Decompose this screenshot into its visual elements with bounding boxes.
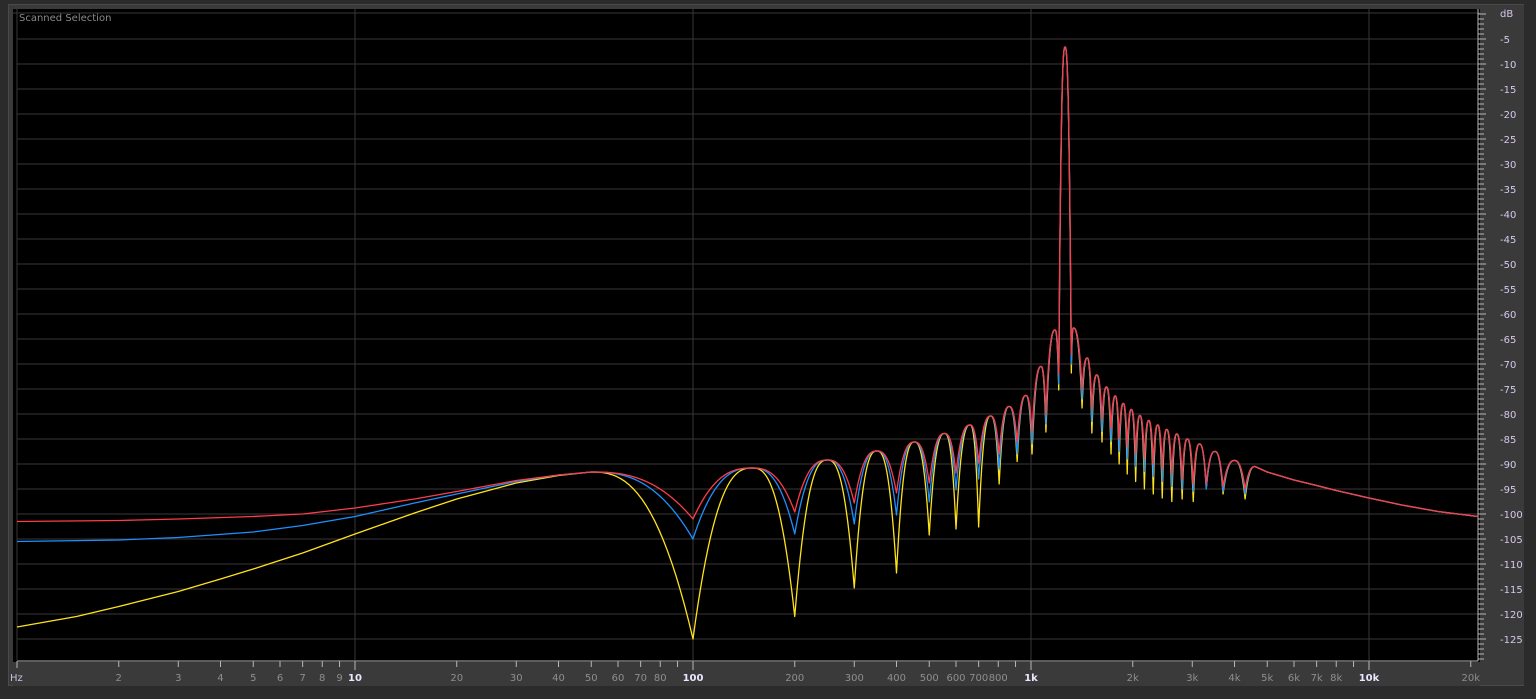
y-tick-label: -60	[1500, 310, 1516, 321]
y-tick-label: -110	[1500, 560, 1523, 571]
y-tick-label: -105	[1500, 535, 1523, 546]
x-tick-label: 70	[634, 673, 647, 684]
x-tick-label: 20	[450, 673, 463, 684]
y-tick-label: -120	[1500, 610, 1523, 621]
y-tick-label: -70	[1500, 360, 1516, 371]
y-tick-label: -95	[1500, 485, 1516, 496]
y-tick-label: -35	[1500, 185, 1516, 196]
y-tick-label: -40	[1500, 210, 1516, 221]
x-tick-label: 30	[510, 673, 523, 684]
window-edge	[1524, 4, 1536, 699]
x-tick-label: 1k	[1024, 673, 1038, 684]
y-tick-label: -125	[1500, 635, 1523, 646]
x-tick-label: 8k	[1330, 673, 1342, 684]
y-tick-label: -90	[1500, 460, 1516, 471]
x-tick-label: 50	[585, 673, 598, 684]
x-tick-label: 8	[319, 673, 325, 684]
x-tick-label: 5	[250, 673, 256, 684]
x-tick-label: 6k	[1288, 673, 1300, 684]
x-axis-background	[13, 662, 1480, 686]
y-tick-label: -45	[1500, 235, 1516, 246]
x-tick-label: 9	[336, 673, 342, 684]
x-tick-label: 40	[552, 673, 565, 684]
x-tick-label: 2k	[1127, 673, 1139, 684]
x-tick-label: 600	[946, 673, 965, 684]
y-tick-label: -10	[1500, 60, 1516, 71]
spectrum-chart[interactable]: Hz 2 3 4 5 6 7 8 9 10 20 30 40 50 60 70 80 100 200 300 400 50…	[0, 0, 1536, 699]
x-tick-label: 6	[277, 673, 283, 684]
x-tick-label: 10	[348, 673, 362, 684]
y-tick-label: -30	[1500, 160, 1516, 171]
x-tick-label: 500	[920, 673, 939, 684]
x-tick-label: 60	[612, 673, 625, 684]
x-tick-label: 3k	[1186, 673, 1198, 684]
y-tick-label: -75	[1500, 385, 1516, 396]
x-tick-label: 200	[785, 673, 804, 684]
x-tick-label: 20k	[1461, 673, 1480, 684]
x-tick-label: 400	[887, 673, 906, 684]
x-axis-label: Hz	[10, 673, 23, 684]
x-tick-label: 4	[217, 673, 223, 684]
y-tick-label: -100	[1500, 510, 1523, 521]
y-tick-label: -15	[1500, 85, 1516, 96]
x-tick-label: 300	[845, 673, 864, 684]
x-tick-label: 4k	[1228, 673, 1240, 684]
x-tick-label: 3	[175, 673, 181, 684]
x-tick-label: 7k	[1311, 673, 1323, 684]
x-tick-label: 100	[683, 673, 704, 684]
x-tick-label: 5k	[1261, 673, 1273, 684]
y-tick-label: -65	[1500, 335, 1516, 346]
panel-title: Scanned Selection	[19, 13, 112, 24]
y-tick-label: -80	[1500, 410, 1516, 421]
x-tick-label: 80	[654, 673, 667, 684]
y-tick-label: -25	[1500, 135, 1516, 146]
y-tick-label: -55	[1500, 285, 1516, 296]
x-tick-label: 7	[299, 673, 305, 684]
y-tick-label: -115	[1500, 585, 1523, 596]
x-tick-label: 10k	[1359, 673, 1380, 684]
x-tick-label: 2	[116, 673, 122, 684]
x-tick-label: 700	[969, 673, 988, 684]
y-tick-label: -50	[1500, 260, 1516, 271]
y-tick-label: -85	[1500, 435, 1516, 446]
x-tick-label: 800	[989, 673, 1008, 684]
y-tick-label: -20	[1500, 110, 1516, 121]
y-axis-label: dB	[1500, 9, 1513, 20]
y-tick-label: -5	[1500, 35, 1510, 46]
